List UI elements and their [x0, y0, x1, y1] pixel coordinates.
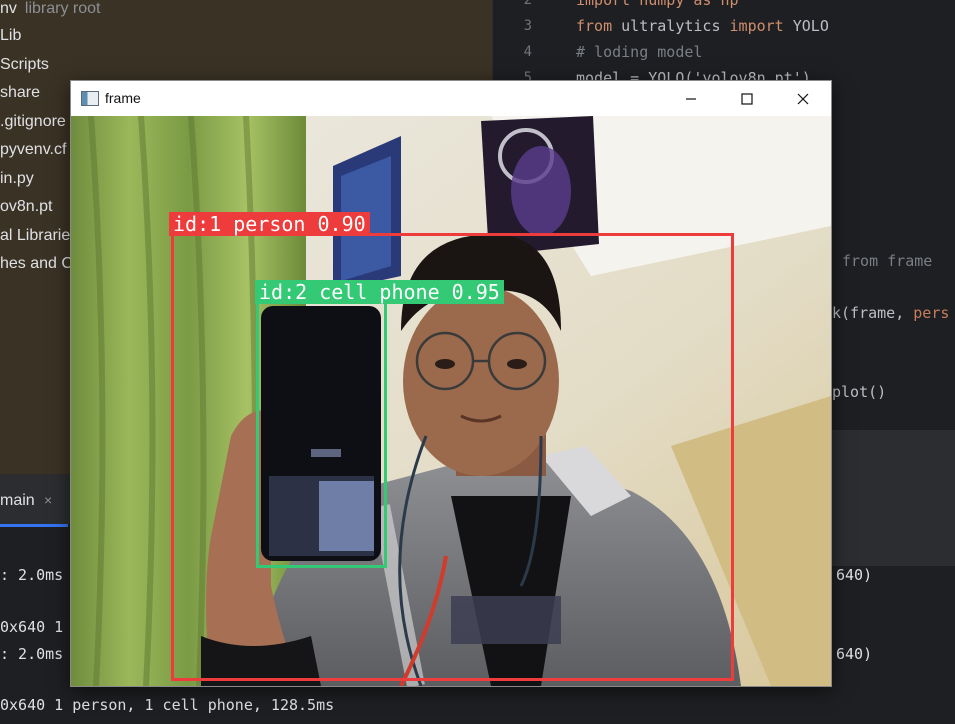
tree-item-gitignore[interactable]: .gitignore: [0, 113, 66, 131]
code-comment: # loding model: [576, 43, 703, 61]
close-icon[interactable]: ×: [44, 492, 52, 508]
maximize-icon: [741, 92, 753, 105]
tree-item-model-file[interactable]: ov8n.pt: [0, 198, 52, 216]
tree-item-main-py[interactable]: in.py: [0, 170, 34, 188]
run-tab-label[interactable]: main: [0, 492, 35, 510]
tree-item-scratches[interactable]: hes and C: [0, 255, 73, 273]
code-keyword: import: [729, 17, 784, 35]
tree-item-hint: library root: [24, 0, 101, 17]
console-line: 640): [836, 566, 873, 584]
tree-item-pyvenv[interactable]: pyvenv.cf: [0, 141, 66, 159]
run-toolbar: [830, 524, 955, 566]
code-line: k(frame, pers: [832, 304, 949, 322]
webcam-frame: id:1 person 0.90 id:2 cell phone 0.95: [71, 116, 831, 686]
line-number: 3: [523, 18, 532, 34]
window-title: frame: [105, 90, 141, 106]
tree-item-lib[interactable]: Lib: [0, 27, 21, 45]
console-line: 0x640 1 person, 1 cell phone, 128.5ms: [0, 696, 335, 714]
code-text: import numpy as np: [576, 0, 739, 9]
line-number: 2: [523, 0, 532, 8]
tree-item-scripts[interactable]: Scripts: [0, 56, 49, 74]
tree-item-venv[interactable]: nv library root: [0, 0, 100, 18]
tree-item-label: nv: [0, 0, 17, 17]
code-line: plot(): [832, 383, 887, 401]
tree-item-share[interactable]: share: [0, 84, 40, 102]
close-icon: [797, 93, 809, 104]
code-text: YOLO: [783, 17, 829, 35]
code-text: ultralytics: [612, 17, 730, 35]
maximize-button[interactable]: [719, 81, 775, 116]
frame-window[interactable]: frame id:1 person 0.90 id:2 cell phone 0…: [70, 80, 832, 687]
app-icon: [81, 91, 99, 106]
code-keyword: from: [576, 17, 613, 35]
detection-label-person: id:1 person 0.90: [169, 212, 370, 236]
minimize-icon: [686, 97, 696, 100]
code-comment: from frame: [842, 252, 933, 270]
detection-label-phone: id:2 cell phone 0.95: [255, 280, 504, 304]
code-line: from ultralytics import YOLO: [576, 17, 829, 35]
line-number: 4: [523, 44, 532, 60]
console-line: 0x640 1: [0, 618, 64, 636]
code-text: k(frame,: [832, 304, 914, 322]
tree-item-external-libraries[interactable]: al Librarie: [0, 227, 70, 245]
console-line: : 2.0ms: [0, 566, 64, 584]
detection-box-phone: [256, 301, 387, 568]
minimize-button[interactable]: [663, 81, 719, 116]
console-line: : 2.0ms: [0, 645, 64, 663]
console-line: 640): [836, 645, 873, 663]
code-param: pers: [913, 304, 950, 322]
code-line: import numpy as np: [576, 0, 739, 9]
window-titlebar[interactable]: frame: [71, 81, 831, 116]
close-button[interactable]: [775, 81, 831, 116]
